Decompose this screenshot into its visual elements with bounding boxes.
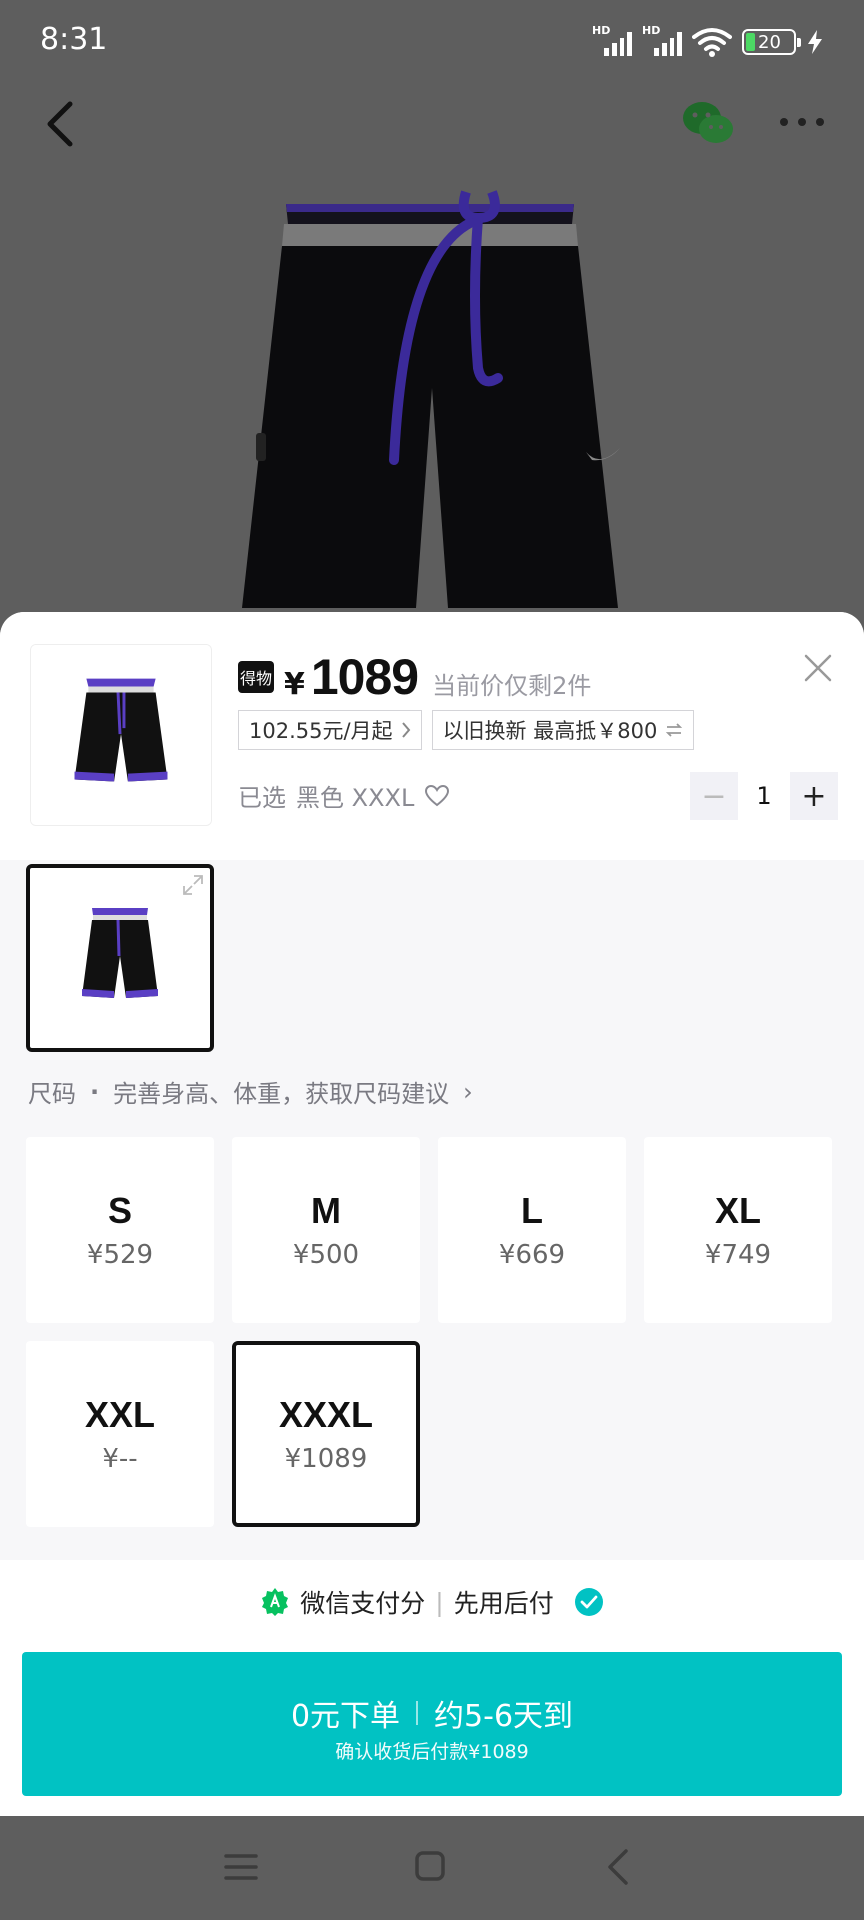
- price-row: 得物 ¥ 1089 当前价仅剩2件: [238, 648, 591, 706]
- separator-dot: ·: [90, 1077, 100, 1106]
- selected-variant: 已选 黑色 XXXL: [238, 778, 450, 813]
- size-header[interactable]: 尺码 · 完善身高、体重，获取尺码建议 ›: [28, 1074, 473, 1109]
- size-name: XXL: [84, 1394, 155, 1435]
- size-option[interactable]: XL ¥749: [644, 1137, 832, 1323]
- order-main-label: 0元下单: [290, 1698, 401, 1734]
- order-eta: 约5-6天到: [434, 1698, 574, 1734]
- size-grid: S ¥529 M ¥500 L ¥669 XL ¥749 XXL ¥-- XXX…: [26, 1137, 838, 1527]
- battery-level: 20: [758, 31, 781, 53]
- size-option[interactable]: M ¥500: [232, 1137, 420, 1323]
- sheet-header: 得物 ¥ 1089 当前价仅剩2件 102.55元/月起 以旧换新 最高抵￥80…: [0, 612, 864, 860]
- size-hint: 完善身高、体重，获取尺码建议: [113, 1080, 450, 1108]
- product-hero-image: [242, 190, 620, 608]
- product-thumbnail: [30, 644, 212, 826]
- quantity-stepper: − 1 +: [690, 772, 838, 820]
- dewu-badge: 得物: [238, 661, 274, 693]
- product-price: 1089: [310, 649, 419, 705]
- color-option-black[interactable]: [26, 864, 214, 1052]
- sku-selector-sheet: 得物 ¥ 1089 当前价仅剩2件 102.55元/月起 以旧换新 最高抵￥80…: [0, 612, 864, 1816]
- status-time: 8:31: [40, 22, 108, 57]
- stock-note: 当前价仅剩2件: [432, 672, 592, 700]
- tradein-tag[interactable]: 以旧换新 最高抵￥800: [431, 710, 695, 750]
- selected-value: 黑色 XXXL: [296, 784, 415, 812]
- quantity-increase-button[interactable]: +: [790, 772, 838, 820]
- payment-method-row[interactable]: 微信支付分 | 先用后付: [0, 1562, 864, 1642]
- currency-symbol: ¥: [284, 667, 305, 702]
- signal-icon: HD: [642, 24, 682, 56]
- size-price: ¥--: [102, 1444, 138, 1474]
- installment-label: 102.55元/月起: [249, 719, 393, 743]
- signal-icon: HD: [592, 24, 632, 56]
- battery-icon: 20: [742, 29, 801, 55]
- hd-label: HD: [592, 24, 611, 37]
- payment-separator: |: [435, 1587, 444, 1617]
- chevron-right-icon: [401, 722, 410, 738]
- size-price: ¥669: [498, 1240, 566, 1270]
- size-price: ¥749: [704, 1240, 772, 1270]
- size-name: XL: [714, 1190, 761, 1231]
- size-name: M: [311, 1190, 341, 1231]
- quantity-value: 1: [756, 782, 772, 810]
- wechat-pay-score-icon: [262, 1588, 289, 1616]
- payment-option: 先用后付: [453, 1589, 554, 1618]
- wifi-icon: [692, 28, 732, 57]
- quantity-decrease-button[interactable]: −: [690, 772, 738, 820]
- heart-icon[interactable]: [424, 784, 450, 808]
- check-circle-icon: [574, 1588, 603, 1616]
- menu-icon[interactable]: [224, 1852, 258, 1882]
- size-name: L: [521, 1190, 543, 1231]
- close-button[interactable]: [802, 652, 834, 684]
- order-sub-label: 确认收货后付款¥1089: [335, 1740, 529, 1763]
- size-option[interactable]: L ¥669: [438, 1137, 626, 1323]
- order-button-main: 0元下单 约5-6天到: [291, 1691, 573, 1735]
- hd-label: HD: [642, 24, 661, 37]
- expand-icon[interactable]: [182, 874, 204, 896]
- size-name: S: [107, 1190, 132, 1231]
- status-icons: HD HD 20: [592, 24, 824, 58]
- system-nav-bar: [0, 1816, 864, 1920]
- chevron-right-icon: ›: [463, 1077, 473, 1106]
- back-icon[interactable]: [606, 1848, 630, 1886]
- payment-provider: 微信支付分: [300, 1589, 426, 1618]
- installment-tag[interactable]: 102.55元/月起: [238, 710, 422, 750]
- home-icon[interactable]: [414, 1850, 446, 1882]
- order-divider: [416, 1700, 419, 1725]
- charging-icon: [808, 30, 822, 54]
- status-bar: 8:31 HD HD 20: [0, 0, 864, 88]
- size-option[interactable]: S ¥529: [26, 1137, 214, 1323]
- size-label: 尺码: [28, 1080, 76, 1108]
- place-order-button[interactable]: 0元下单 约5-6天到 确认收货后付款¥1089: [22, 1652, 842, 1796]
- swap-icon: [666, 723, 683, 737]
- size-price: ¥1089: [284, 1444, 368, 1474]
- size-price: ¥500: [292, 1240, 360, 1270]
- tradein-label: 以旧换新 最高抵￥800: [442, 719, 658, 743]
- size-option-selected[interactable]: XXXL ¥1089: [232, 1341, 420, 1527]
- size-price: ¥529: [86, 1240, 154, 1270]
- selected-prefix: 已选: [238, 784, 286, 812]
- promo-tags: 102.55元/月起 以旧换新 最高抵￥800: [238, 710, 695, 750]
- variant-options: 尺码 · 完善身高、体重，获取尺码建议 › S ¥529 M ¥500 L ¥6…: [0, 860, 864, 1560]
- size-option[interactable]: XXL ¥--: [26, 1341, 214, 1527]
- size-name: XXXL: [278, 1394, 374, 1435]
